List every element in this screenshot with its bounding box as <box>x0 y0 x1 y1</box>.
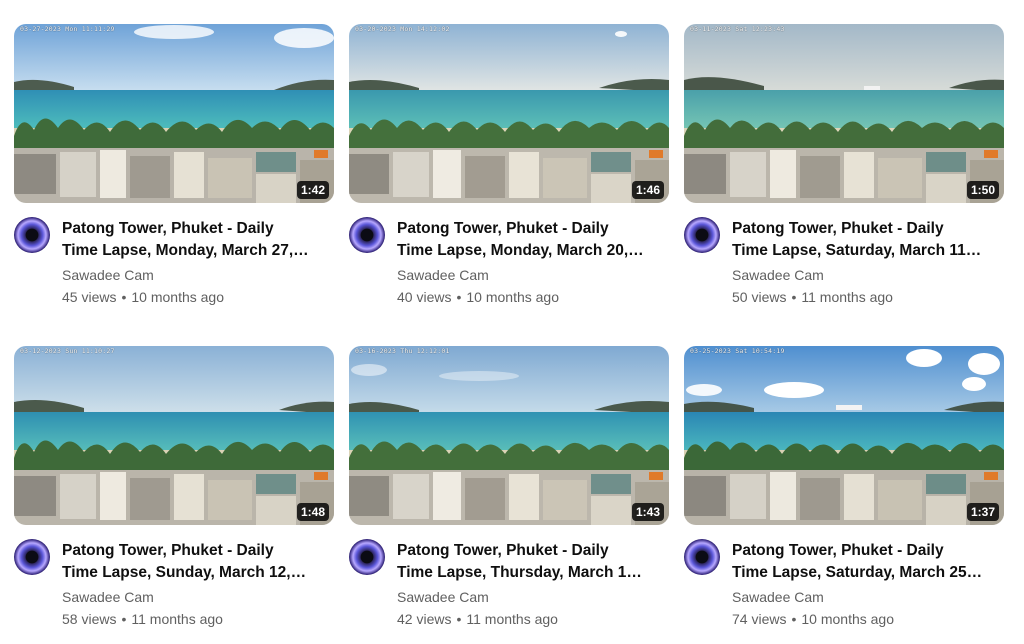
video-thumbnail[interactable]: 03-20-2023 Mon 14:12:02 1:46 <box>349 24 669 203</box>
video-title[interactable]: Patong Tower, Phuket - Daily Time Lapse,… <box>732 540 1004 584</box>
duration-badge: 1:43 <box>631 503 664 521</box>
video-card[interactable]: 03-25-2023 Sat 10:54:19 1:37 Patong Towe… <box>684 346 1004 627</box>
video-title[interactable]: Patong Tower, Phuket - Daily Time Lapse,… <box>62 540 334 584</box>
video-meta: Patong Tower, Phuket - Daily Time Lapse,… <box>14 203 334 305</box>
video-stats: 42 views • 11 months ago <box>397 611 558 627</box>
duration-badge: 1:50 <box>966 181 999 199</box>
video-card[interactable]: 03-27-2023 Mon 11:11:29 1:42 Patong Towe… <box>14 24 334 305</box>
upload-age: 11 months ago <box>466 611 558 627</box>
video-card[interactable]: 03-11-2023 Sat 12:23:43 1:50 Patong Towe… <box>684 24 1004 305</box>
video-grid: 03-27-2023 Mon 11:11:29 1:42 Patong Towe… <box>0 0 1024 644</box>
channel-avatar[interactable] <box>349 217 385 253</box>
channel-avatar[interactable] <box>684 217 720 253</box>
video-meta: Patong Tower, Phuket - Daily Time Lapse,… <box>14 525 334 627</box>
view-count: 40 views <box>397 289 452 305</box>
video-stats: 74 views • 10 months ago <box>732 611 894 627</box>
separator-dot: • <box>456 289 462 305</box>
separator-dot: • <box>121 611 127 627</box>
video-title[interactable]: Patong Tower, Phuket - Daily Time Lapse,… <box>62 218 334 262</box>
view-count: 42 views <box>397 611 452 627</box>
channel-name[interactable]: Sawadee Cam <box>62 267 154 283</box>
channel-name[interactable]: Sawadee Cam <box>732 589 824 605</box>
video-meta: Patong Tower, Phuket - Daily Time Lapse,… <box>684 203 1004 305</box>
upload-age: 10 months ago <box>801 611 894 627</box>
view-count: 74 views <box>732 611 787 627</box>
channel-avatar[interactable] <box>14 539 50 575</box>
video-title[interactable]: Patong Tower, Phuket - Daily Time Lapse,… <box>732 218 1004 262</box>
video-title-line: Patong Tower, Phuket - Daily <box>732 542 944 559</box>
video-stats: 50 views • 11 months ago <box>732 289 893 305</box>
video-title-line: Time Lapse, Thursday, March 1… <box>397 564 642 581</box>
video-card[interactable]: 03-16-2023 Thu 12:12:01 1:43 Patong Towe… <box>349 346 669 627</box>
video-title-line: Patong Tower, Phuket - Daily <box>397 220 609 237</box>
timestamp-overlay: 03-27-2023 Mon 11:11:29 <box>20 25 115 33</box>
beach-timelapse-image <box>14 346 334 525</box>
video-title-line: Patong Tower, Phuket - Daily <box>732 220 944 237</box>
video-title-line: Time Lapse, Monday, March 20,… <box>397 242 644 259</box>
video-title[interactable]: Patong Tower, Phuket - Daily Time Lapse,… <box>397 540 669 584</box>
beach-timelapse-image <box>14 24 334 203</box>
video-title-line: Time Lapse, Saturday, March 25… <box>732 564 983 581</box>
separator-dot: • <box>791 611 797 627</box>
duration-badge: 1:42 <box>296 181 329 199</box>
beach-timelapse-image <box>349 24 669 203</box>
video-thumbnail[interactable]: 03-11-2023 Sat 12:23:43 1:50 <box>684 24 1004 203</box>
channel-avatar[interactable] <box>349 539 385 575</box>
video-title-line: Time Lapse, Monday, March 27,… <box>62 242 309 259</box>
upload-age: 10 months ago <box>131 289 224 305</box>
upload-age: 10 months ago <box>466 289 559 305</box>
duration-badge: 1:37 <box>966 503 999 521</box>
video-title-line: Time Lapse, Sunday, March 12,… <box>62 564 307 581</box>
video-meta: Patong Tower, Phuket - Daily Time Lapse,… <box>349 525 669 627</box>
video-stats: 45 views • 10 months ago <box>62 289 224 305</box>
timestamp-overlay: 03-25-2023 Sat 10:54:19 <box>690 347 785 355</box>
channel-avatar[interactable] <box>14 217 50 253</box>
view-count: 45 views <box>62 289 117 305</box>
video-title-line: Patong Tower, Phuket - Daily <box>62 542 274 559</box>
timestamp-overlay: 03-11-2023 Sat 12:23:43 <box>690 25 785 33</box>
video-thumbnail[interactable]: 03-25-2023 Sat 10:54:19 1:37 <box>684 346 1004 525</box>
channel-name[interactable]: Sawadee Cam <box>397 267 489 283</box>
timestamp-overlay: 03-16-2023 Thu 12:12:01 <box>355 347 450 355</box>
channel-avatar[interactable] <box>684 539 720 575</box>
separator-dot: • <box>121 289 127 305</box>
channel-name[interactable]: Sawadee Cam <box>397 589 489 605</box>
video-title[interactable]: Patong Tower, Phuket - Daily Time Lapse,… <box>397 218 669 262</box>
video-title-line: Time Lapse, Saturday, March 11… <box>732 242 982 259</box>
video-title-line: Patong Tower, Phuket - Daily <box>62 220 274 237</box>
video-meta: Patong Tower, Phuket - Daily Time Lapse,… <box>349 203 669 305</box>
upload-age: 11 months ago <box>801 289 893 305</box>
video-stats: 40 views • 10 months ago <box>397 289 559 305</box>
beach-timelapse-image <box>349 346 669 525</box>
timestamp-overlay: 03-20-2023 Mon 14:12:02 <box>355 25 450 33</box>
separator-dot: • <box>456 611 462 627</box>
video-title-line: Patong Tower, Phuket - Daily <box>397 542 609 559</box>
duration-badge: 1:46 <box>631 181 664 199</box>
channel-name[interactable]: Sawadee Cam <box>62 589 154 605</box>
view-count: 58 views <box>62 611 117 627</box>
upload-age: 11 months ago <box>131 611 223 627</box>
timestamp-overlay: 03-12-2023 Sun 11:10:27 <box>20 347 115 355</box>
channel-name[interactable]: Sawadee Cam <box>732 267 824 283</box>
separator-dot: • <box>791 289 797 305</box>
view-count: 50 views <box>732 289 787 305</box>
video-stats: 58 views • 11 months ago <box>62 611 223 627</box>
duration-badge: 1:48 <box>296 503 329 521</box>
video-thumbnail[interactable]: 03-16-2023 Thu 12:12:01 1:43 <box>349 346 669 525</box>
video-card[interactable]: 03-12-2023 Sun 11:10:27 1:48 Patong Towe… <box>14 346 334 627</box>
beach-timelapse-image <box>684 346 1004 525</box>
video-meta: Patong Tower, Phuket - Daily Time Lapse,… <box>684 525 1004 627</box>
video-thumbnail[interactable]: 03-12-2023 Sun 11:10:27 1:48 <box>14 346 334 525</box>
beach-timelapse-image <box>684 24 1004 203</box>
video-card[interactable]: 03-20-2023 Mon 14:12:02 1:46 Patong Towe… <box>349 24 669 305</box>
video-thumbnail[interactable]: 03-27-2023 Mon 11:11:29 1:42 <box>14 24 334 203</box>
